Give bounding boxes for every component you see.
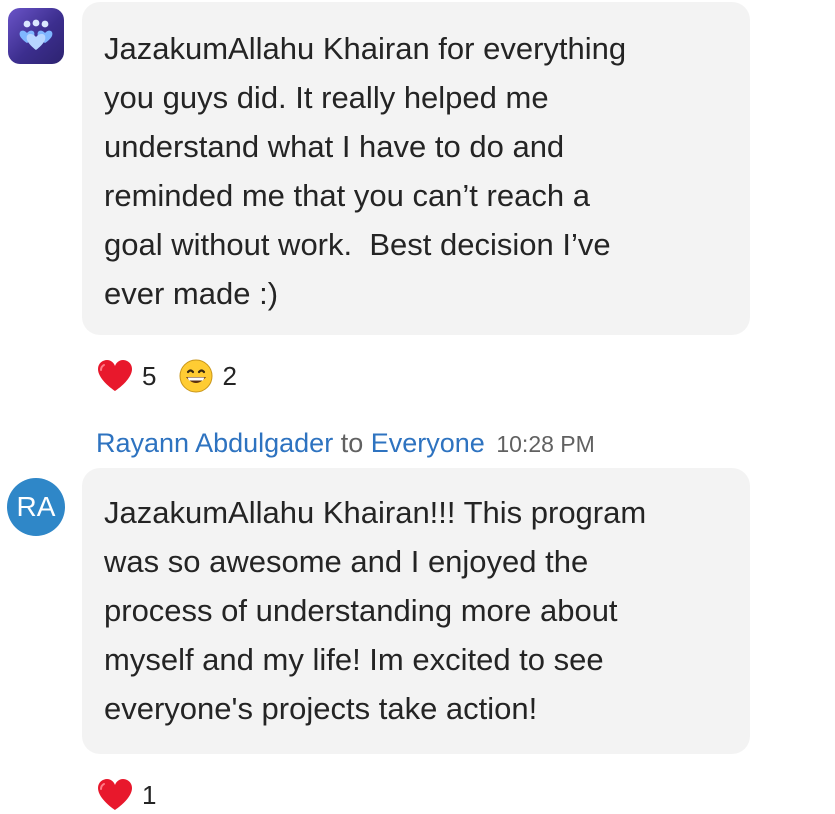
message-line: process of understanding more about: [104, 593, 618, 628]
heart-icon: [98, 779, 132, 810]
group-avatar[interactable]: [8, 8, 64, 64]
avatar-initials: RA: [16, 491, 56, 522]
reaction-count: 1: [142, 779, 157, 810]
message-line: understand what I have to do and: [104, 129, 565, 164]
message-line: JazakumAllahu Khairan!!! This program: [104, 495, 647, 530]
message-line: ever made :): [104, 276, 279, 311]
message-line: you guys did. It really helped me: [104, 80, 549, 115]
message-line: reminded me that you can’t reach a: [104, 178, 590, 213]
reactions-bar: 5 2: [96, 358, 259, 394]
reaction-count: 2: [222, 360, 237, 391]
message-time: 10:28 PM: [496, 431, 595, 457]
reaction-heart[interactable]: 1: [96, 778, 156, 812]
heart-icon: [98, 360, 132, 391]
message-line: goal without work. Best decision I’ve: [104, 227, 611, 262]
message-bubble[interactable]: JazakumAllahu Khairan!!! This program wa…: [82, 468, 750, 754]
reactions-bar: 1: [96, 778, 178, 812]
message-header: Rayann Abdulgader to Everyone 10:28 PM: [96, 428, 595, 459]
message-line: everyone's projects take action!: [104, 691, 538, 726]
message-line: JazakumAllahu Khairan for everything: [104, 31, 627, 66]
reaction-grinning-face[interactable]: 2: [178, 358, 237, 394]
group-hearts-icon: [19, 19, 53, 50]
message-line: myself and my life! Im excited to see: [104, 642, 604, 677]
avatar[interactable]: RA: [7, 478, 65, 536]
message-line: was so awesome and I enjoyed the: [104, 544, 589, 579]
to-label: to: [340, 428, 364, 458]
sender-name[interactable]: Rayann Abdulgader: [96, 428, 333, 458]
reaction-heart[interactable]: 5: [96, 359, 156, 393]
grinning-face-icon: [179, 359, 213, 393]
message-bubble[interactable]: JazakumAllahu Khairan for everything you…: [82, 2, 750, 335]
reaction-count: 5: [142, 360, 157, 391]
recipient-name[interactable]: Everyone: [371, 428, 485, 458]
